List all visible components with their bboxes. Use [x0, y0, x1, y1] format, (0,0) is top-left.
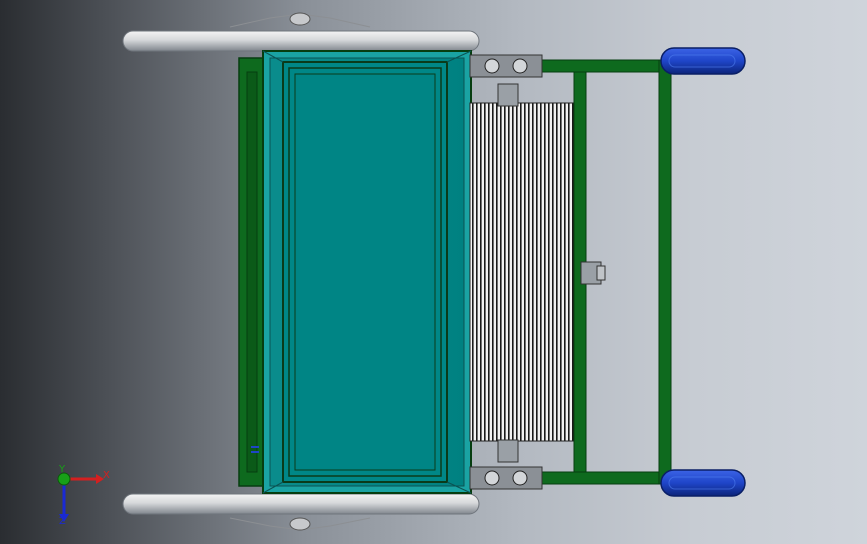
xyz-triad-icon: X Y Z	[57, 464, 110, 527]
left-side-rail	[238, 57, 265, 487]
top-grip	[660, 47, 746, 75]
bottom-roller	[122, 493, 480, 531]
triad-y-label: Y	[58, 464, 66, 475]
top-spoke-hub	[229, 12, 371, 28]
top-roller	[122, 12, 480, 52]
bottom-spoke-hub	[229, 517, 371, 531]
cad-viewport[interactable]: X Y Z	[0, 0, 867, 544]
bottom-grip	[660, 469, 746, 497]
triad-z-label: Z	[59, 516, 66, 527]
triad-x-label: X	[103, 470, 110, 481]
ribbed-drum-icon	[469, 83, 575, 463]
hopper-box	[262, 50, 472, 494]
